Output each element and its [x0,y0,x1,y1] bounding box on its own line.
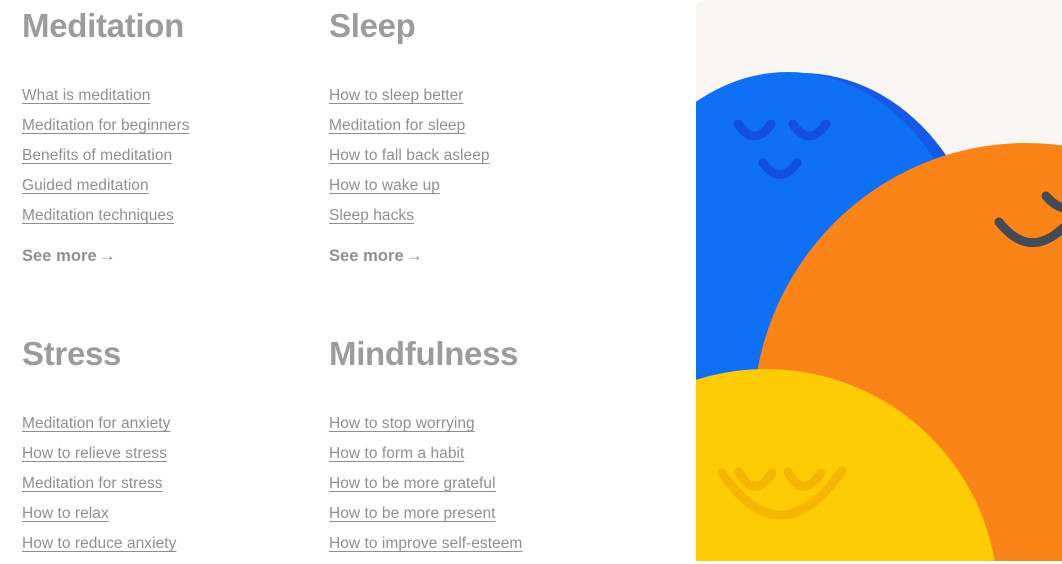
list-item: Sleep hacks [329,206,669,225]
list-item: How to stop worrying [329,414,669,433]
category-link[interactable]: Meditation techniques [22,207,174,224]
arrow-right-icon: → [98,246,116,265]
list-item: Meditation for sleep [329,116,669,135]
category-link[interactable]: Meditation for anxiety [22,415,170,432]
blob-characters-illustration [696,0,1062,561]
illustration-panel [696,0,1062,561]
category-sleep: Sleep How to sleep better Meditation for… [329,4,669,266]
list-item: Meditation techniques [22,206,322,225]
category-link[interactable]: How to be more present [329,505,496,522]
category-link-list: Meditation for anxiety How to relieve st… [22,414,322,553]
category-link[interactable]: How to relax [22,505,109,522]
category-link[interactable]: How to relieve stress [22,445,167,462]
category-link[interactable]: Benefits of meditation [22,147,172,164]
list-item: How to reduce anxiety [22,534,322,553]
category-stress: Stress Meditation for anxiety How to rel… [22,332,322,564]
category-link-list: How to sleep better Meditation for sleep… [329,86,669,225]
list-item: How to relieve stress [22,444,322,463]
list-item: How to relax [22,504,322,523]
list-item: Guided meditation [22,176,322,195]
category-link[interactable]: How to form a habit [329,445,464,462]
category-title: Meditation [22,7,184,44]
list-item: How to fall back asleep [329,146,669,165]
list-item: How to form a habit [329,444,669,463]
arrow-right-icon: → [405,246,423,265]
category-link[interactable]: Meditation for stress [22,475,163,492]
list-item: How to improve self-esteem [329,534,669,553]
category-mindfulness: Mindfulness How to stop worrying How to … [329,332,669,564]
category-link[interactable]: How to sleep better [329,87,464,104]
see-more-label: See more [22,247,97,265]
see-more-link[interactable]: See more → [22,246,116,266]
category-title: Stress [22,335,122,372]
category-link[interactable]: How to reduce anxiety [22,535,176,552]
category-link-grid: Meditation What is meditation Meditation… [0,0,696,561]
list-item: How to be more grateful [329,474,669,493]
list-item: Meditation for stress [22,474,322,493]
list-item: How to wake up [329,176,669,195]
category-link[interactable]: What is meditation [22,87,150,104]
category-link[interactable]: Sleep hacks [329,207,414,224]
category-link[interactable]: Meditation for sleep [329,117,465,134]
category-link[interactable]: How to be more grateful [329,475,496,492]
category-link[interactable]: How to improve self-esteem [329,535,522,552]
category-link[interactable]: How to wake up [329,177,440,194]
category-link[interactable]: How to stop worrying [329,415,475,432]
category-title: Mindfulness [329,335,519,372]
category-link-list: What is meditation Meditation for beginn… [22,86,322,225]
list-item: Benefits of meditation [22,146,322,165]
list-item: Meditation for beginners [22,116,322,135]
category-link[interactable]: How to fall back asleep [329,147,490,164]
page-root: Meditation What is meditation Meditation… [0,0,1062,561]
list-item: What is meditation [22,86,322,105]
category-meditation: Meditation What is meditation Meditation… [22,4,322,266]
category-title: Sleep [329,7,416,44]
see-more-link[interactable]: See more → [329,246,423,266]
list-item: How to sleep better [329,86,669,105]
category-link[interactable]: Meditation for beginners [22,117,190,134]
see-more-label: See more [329,247,404,265]
category-link[interactable]: Guided meditation [22,177,149,194]
list-item: Meditation for anxiety [22,414,322,433]
list-item: How to be more present [329,504,669,523]
category-link-list: How to stop worrying How to form a habit… [329,414,669,553]
